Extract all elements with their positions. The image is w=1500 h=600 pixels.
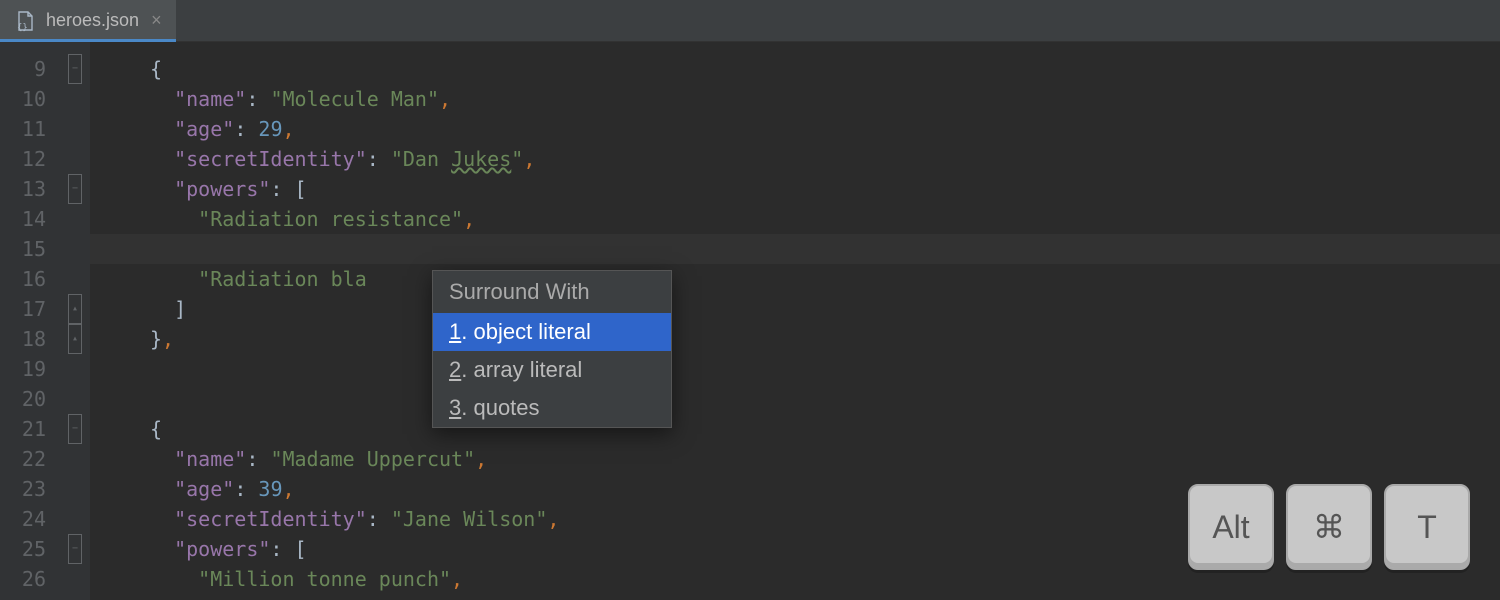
line-number: 9 [0, 54, 60, 84]
current-line-highlight [90, 234, 1500, 264]
fold-cell: ▴ [60, 294, 90, 324]
line-number: 21 [0, 414, 60, 444]
popup-item-label: . array literal [461, 357, 582, 382]
fold-open-icon[interactable]: − [68, 534, 82, 564]
svg-text:{}: {} [17, 23, 28, 32]
fold-cell [60, 354, 90, 384]
popup-title: Surround With [433, 271, 671, 313]
fold-cell [60, 444, 90, 474]
line-number: 25 [0, 534, 60, 564]
fold-cell: ▴ [60, 324, 90, 354]
line-number: 26 [0, 564, 60, 594]
gutter-fold-column: − − ▴▴ − − [60, 42, 90, 600]
code-line[interactable]: "secretIdentity": "Dan Jukes", [90, 144, 1500, 174]
code-line[interactable]: ] [90, 294, 1500, 324]
fold-cell [60, 264, 90, 294]
fold-cell [60, 474, 90, 504]
fold-cell [60, 234, 90, 264]
popup-item-label: . object literal [461, 319, 591, 344]
fold-cell [60, 144, 90, 174]
fold-cell: − [60, 534, 90, 564]
line-number: 17 [0, 294, 60, 324]
fold-open-icon[interactable]: − [68, 54, 82, 84]
keycap-alt: Alt [1188, 484, 1274, 570]
json-file-icon: {} [14, 10, 36, 32]
close-tab-icon[interactable]: × [151, 10, 162, 31]
fold-cell [60, 114, 90, 144]
code-line[interactable]: "age": 29, [90, 114, 1500, 144]
fold-open-icon[interactable]: − [68, 414, 82, 444]
fold-cell: − [60, 174, 90, 204]
code-line[interactable]: "name": "Madame Uppercut", [90, 444, 1500, 474]
fold-cell [60, 384, 90, 414]
line-number: 15 [0, 234, 60, 264]
fold-cell [60, 204, 90, 234]
popup-item[interactable]: 1. object literal [433, 313, 671, 351]
line-number: 16 [0, 264, 60, 294]
shortcut-hint-keycaps: Alt ⌘ T [1188, 484, 1470, 570]
line-number: 22 [0, 444, 60, 474]
fold-cell [60, 504, 90, 534]
fold-cell: − [60, 54, 90, 84]
line-number: 14 [0, 204, 60, 234]
fold-cell [60, 564, 90, 594]
popup-item-label: . quotes [461, 395, 539, 420]
code-line[interactable]: { [90, 414, 1500, 444]
fold-close-icon[interactable]: ▴ [68, 294, 82, 324]
code-line[interactable]: "Radiation resistance", [90, 204, 1500, 234]
editor-tab[interactable]: {} heroes.json × [0, 0, 176, 41]
popup-item[interactable]: 2. array literal [433, 351, 671, 389]
line-number: 11 [0, 114, 60, 144]
code-line[interactable]: }, [90, 324, 1500, 354]
popup-item-hotkey: 2 [449, 357, 461, 382]
line-number: 23 [0, 474, 60, 504]
code-line[interactable]: { [90, 54, 1500, 84]
fold-cell: − [60, 414, 90, 444]
tab-bar: {} heroes.json × [0, 0, 1500, 42]
keycap-t: T [1384, 484, 1470, 570]
popup-item-hotkey: 3 [449, 395, 461, 420]
line-number: 18 [0, 324, 60, 354]
line-number: 13 [0, 174, 60, 204]
code-line[interactable] [90, 354, 1500, 384]
code-line[interactable] [90, 384, 1500, 414]
fold-open-icon[interactable]: − [68, 174, 82, 204]
surround-with-popup: Surround With 1. object literal2. array … [432, 270, 672, 428]
popup-item[interactable]: 3. quotes [433, 389, 671, 427]
fold-cell [60, 84, 90, 114]
keycap-cmd: ⌘ [1286, 484, 1372, 570]
popup-item-hotkey: 1 [449, 319, 461, 344]
code-line[interactable]: "powers": [ [90, 174, 1500, 204]
code-line[interactable]: "Radiation bla [90, 264, 1500, 294]
line-number: 10 [0, 84, 60, 114]
line-number: 19 [0, 354, 60, 384]
gutter-line-numbers: 91011121314151617181920212223242526 [0, 42, 60, 600]
fold-close-icon[interactable]: ▴ [68, 324, 82, 354]
tab-filename: heroes.json [46, 10, 139, 31]
line-number: 12 [0, 144, 60, 174]
line-number: 24 [0, 504, 60, 534]
line-number: 20 [0, 384, 60, 414]
code-line[interactable]: "name": "Molecule Man", [90, 84, 1500, 114]
